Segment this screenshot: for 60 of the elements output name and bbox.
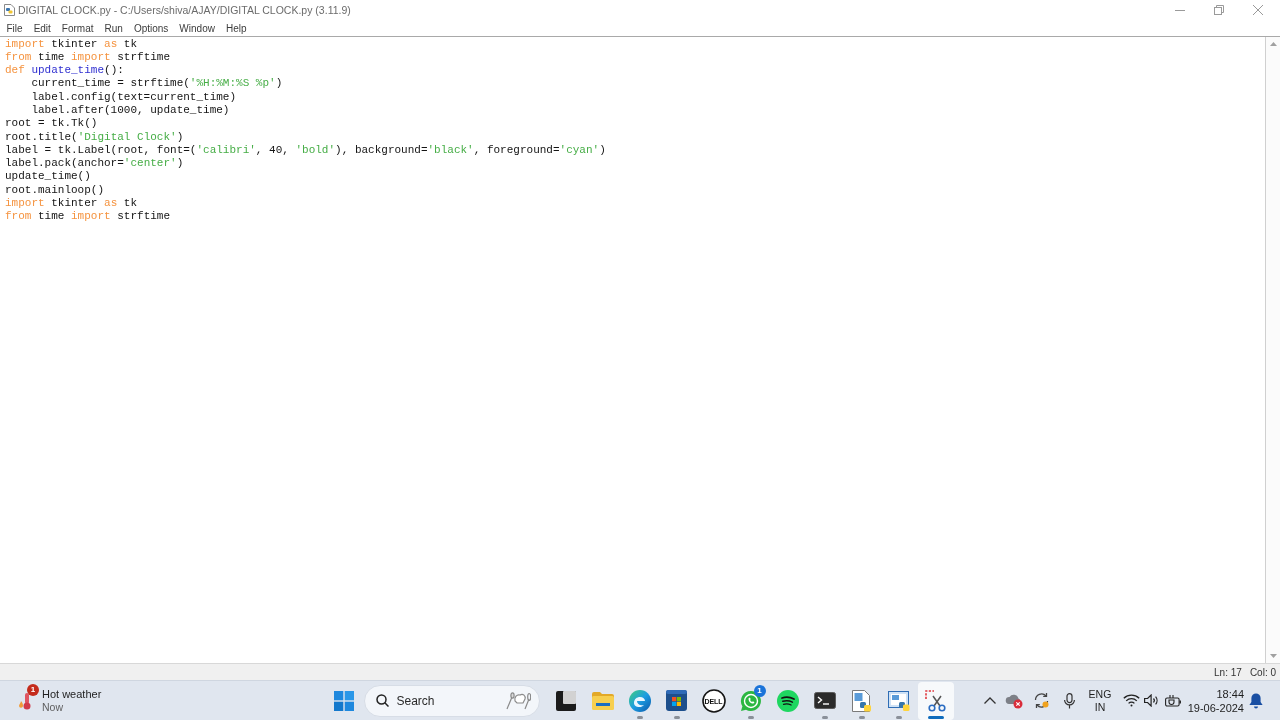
chat-bubble-icon (739, 689, 762, 712)
cooking-tools-icon (504, 691, 531, 710)
code-line: label.pack(anchor='center') (5, 157, 184, 171)
caret-down-icon (1269, 654, 1277, 658)
window-title: DIGITAL CLOCK.py - C:/Users/shiva/AJAY/DIGITAL CLOCK.py (3.11.9) (18, 4, 351, 16)
menu-item[interactable]: Format (56, 20, 100, 36)
menu-item[interactable]: File (1, 20, 29, 36)
status-text: Col: 0 (1249, 666, 1276, 678)
window-stack-icon (555, 690, 576, 711)
scissors-icon (924, 689, 947, 712)
code-line: root = tk.Tk() (5, 117, 98, 131)
status-text: Ln: 17 (1214, 666, 1242, 678)
code-line: label = tk.Label(root, font=('calibri', 40, 'bold'), background='black', foreground='cyan') (5, 143, 606, 158)
terminal-icon (813, 692, 836, 709)
code-line: label.config(text=current_time) (30, 90, 237, 104)
menu-item[interactable]: Edit (28, 20, 57, 36)
code-line: root.mainloop() (5, 183, 105, 198)
chevron-up-icon[interactable] (984, 697, 996, 704)
language-button[interactable]: ENG IN (1085, 687, 1115, 714)
four-squares-icon (333, 690, 354, 711)
monitor-icon (887, 690, 910, 711)
microphone-icon[interactable] (1064, 692, 1075, 709)
taskbar-button[interactable]: 1 (732, 681, 769, 720)
close-icon (1252, 5, 1263, 15)
circle-waves-logo-icon (776, 689, 799, 712)
battery-icon[interactable] (1165, 694, 1182, 707)
code-line: update_time() (5, 170, 91, 184)
cloud-error-icon[interactable] (1005, 692, 1023, 709)
code-line: import tkinter as tk (5, 37, 138, 51)
menu-item[interactable]: Help (220, 20, 252, 36)
code-line: current_time = strftime('%H:%M:%S %p') (30, 77, 283, 91)
bell-icon[interactable] (1249, 692, 1263, 709)
four-squares-tile-icon (666, 690, 687, 711)
code-line: def update_time(): (5, 64, 124, 78)
search-button[interactable]: Search (363, 684, 540, 717)
vertical-scrollbar[interactable] (1265, 37, 1280, 663)
folder-icon (591, 691, 614, 710)
swirl-logo-icon (628, 689, 651, 712)
menu-item[interactable]: Window (173, 20, 221, 36)
code-line: from time import strftime (5, 210, 171, 224)
wifi-icon[interactable] (1123, 694, 1140, 707)
minimize-icon (1174, 9, 1185, 11)
file-icon (4, 4, 15, 16)
menu-item[interactable]: Run (99, 20, 129, 36)
sync-icon[interactable] (1033, 692, 1050, 709)
restore-icon (1213, 5, 1224, 15)
code-line: label.after(1000, update_time) (30, 104, 230, 118)
search-icon (375, 694, 389, 707)
document-icon (851, 689, 872, 712)
notification-badge: 1 (753, 684, 766, 697)
caret-up-icon (1269, 42, 1277, 46)
notification-badge: 1 (27, 683, 39, 696)
code-line: from time import strftime (5, 50, 171, 65)
clock-button[interactable]: 18:44 19-06-2024 (1188, 686, 1244, 715)
code-line: root.title('Digital Clock') (5, 130, 184, 144)
volume-icon[interactable] (1144, 694, 1159, 707)
thermometer-icon (18, 691, 32, 710)
menu-item[interactable]: Options (128, 20, 174, 36)
code-line: import tkinter as tk (5, 197, 138, 211)
ring-logo-icon (701, 688, 726, 713)
